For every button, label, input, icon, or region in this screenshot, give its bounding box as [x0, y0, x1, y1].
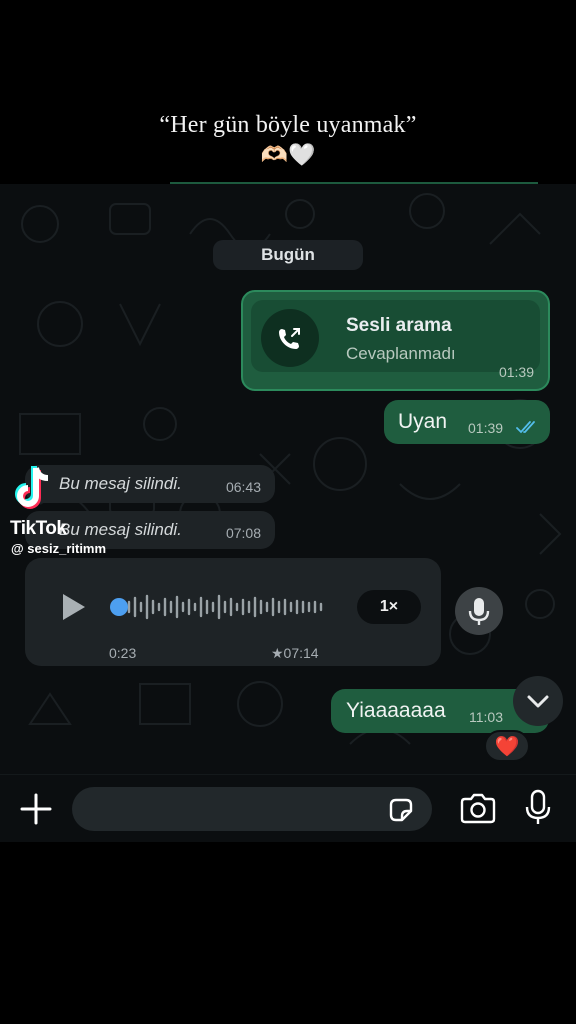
message-time: 01:39 — [468, 420, 504, 436]
play-icon[interactable] — [61, 592, 87, 622]
playback-handle — [110, 598, 128, 616]
call-card[interactable]: Sesli arama Cevaplanmadı — [251, 300, 540, 372]
message-time: 11:03 — [469, 709, 503, 725]
voice-time: ★07:14 — [271, 645, 319, 661]
deleted-message-bubble[interactable]: Bu mesaj silindi. 06:43 — [25, 465, 275, 503]
voice-duration: 0:23 — [109, 645, 137, 661]
message-text: Uyan — [398, 410, 448, 433]
microphone-icon[interactable] — [524, 789, 552, 827]
caption-emoji: 🫶🏻🤍 — [260, 143, 316, 168]
scroll-down-button[interactable] — [513, 676, 563, 726]
playback-speed-button[interactable]: 1× — [357, 590, 421, 624]
sticker-icon[interactable] — [386, 795, 416, 825]
transcribe-mic-button[interactable] — [455, 587, 503, 635]
chevron-down-icon — [527, 695, 549, 708]
caption: “Her gün böyle uyanmak” 🫶🏻🤍 — [0, 112, 576, 168]
voice-message-bubble[interactable]: 1× 0:23 ★07:14 — [25, 558, 441, 666]
tiktok-username: @ sesiz_ritimm — [11, 541, 107, 556]
message-bubble-outgoing[interactable]: Uyan 01:39 — [384, 400, 550, 444]
plus-icon[interactable] — [19, 792, 53, 826]
call-time: 01:39 — [498, 364, 534, 380]
deleted-message-text: Bu mesaj silindi. — [59, 474, 182, 493]
reaction-badge[interactable]: ❤️ — [484, 730, 530, 762]
date-separator: Bugün — [213, 240, 363, 270]
call-status: Cevaplanmadı — [346, 344, 456, 363]
camera-icon[interactable] — [459, 793, 497, 825]
missed-call-bubble[interactable]: Sesli arama Cevaplanmadı 01:39 — [241, 290, 550, 391]
message-input[interactable] — [72, 787, 432, 831]
read-ticks-icon — [516, 421, 535, 434]
caption-text: “Her gün böyle uyanmak” — [159, 112, 417, 138]
message-text: Yiaaaaaaa — [346, 699, 446, 722]
tiktok-wordmark: TikTok — [10, 518, 67, 539]
deleted-message-text: Bu mesaj silindi. — [59, 520, 182, 539]
message-time: 07:08 — [225, 525, 261, 541]
microphone-icon — [468, 598, 490, 625]
message-time: 06:43 — [225, 479, 261, 495]
input-bar — [0, 774, 576, 842]
waveform[interactable] — [109, 592, 329, 622]
chat-area[interactable]: Bugün Sesli arama Cevaplanmadı 01:39 Uya… — [0, 184, 576, 774]
phone-call-icon — [261, 309, 319, 367]
tiktok-logo-icon — [15, 466, 49, 509]
call-title: Sesli arama — [346, 315, 452, 336]
